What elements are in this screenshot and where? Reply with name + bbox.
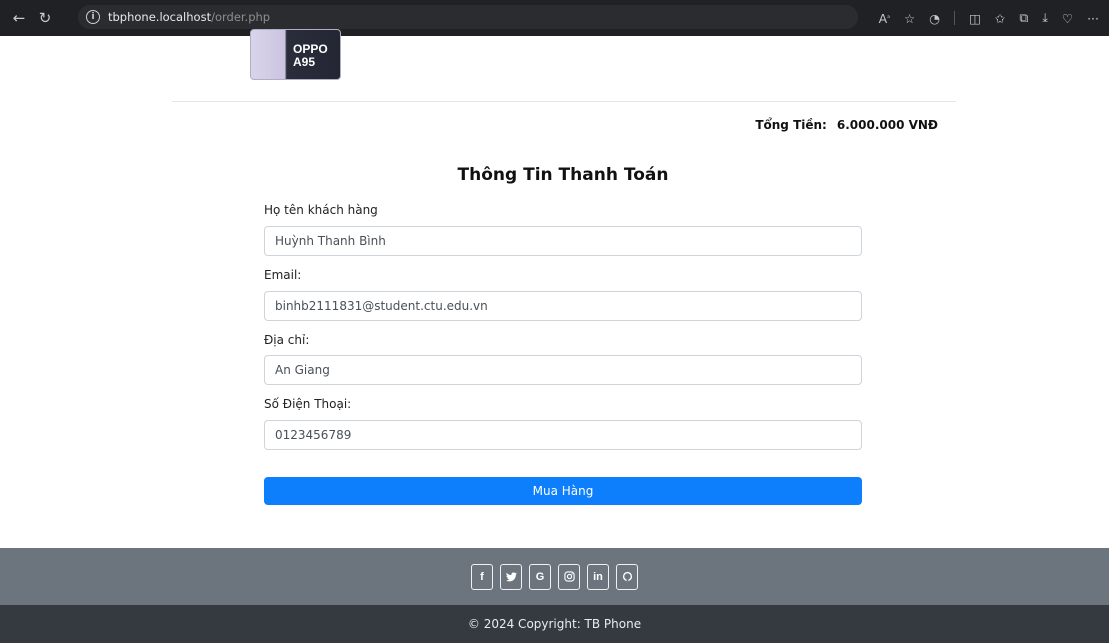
back-icon[interactable]: ← [6, 9, 32, 27]
instagram-icon[interactable] [558, 563, 580, 590]
order-total: Tổng Tiền: 6.000.000 VNĐ [755, 118, 938, 132]
extension-icon[interactable]: ◔ [929, 11, 940, 26]
facebook-icon[interactable]: f [471, 563, 493, 590]
twitter-icon[interactable] [500, 563, 522, 590]
refresh-icon[interactable]: ↻ [32, 9, 58, 27]
name-label: Họ tên khách hàng [264, 203, 378, 217]
browser-toolbar: ← ↻ i tbphone.localhost/order.php Aₐ ☆ ◔… [0, 0, 1109, 36]
twitter-bird-icon [505, 571, 517, 581]
favorite-icon[interactable]: ☆ [904, 11, 915, 26]
download-icon[interactable]: ⤓ [1042, 10, 1048, 26]
address-bar[interactable]: i tbphone.localhost/order.php [78, 5, 858, 29]
health-icon[interactable]: ♡ [1062, 11, 1073, 26]
browser-actions: Aₐ ☆ ◔ ◫ ✩ ⧉ ⤓ ♡ ··· [879, 0, 1099, 36]
total-label: Tổng Tiền: [755, 118, 827, 132]
linkedin-icon[interactable]: in [587, 563, 609, 590]
email-label: Email: [264, 268, 302, 282]
email-field[interactable] [264, 291, 862, 321]
split-screen-icon[interactable]: ◫ [969, 11, 981, 26]
product-thumbnail: OPPO A95 [250, 29, 341, 80]
address-label: Địa chỉ: [264, 333, 310, 347]
url-host: tbphone.localhost [108, 10, 212, 24]
buy-button[interactable]: Mua Hàng [264, 477, 862, 505]
address-field[interactable] [264, 355, 862, 385]
total-value: 6.000.000 VNĐ [836, 118, 938, 132]
url-path: /order.php [211, 10, 271, 24]
github-icon[interactable] [616, 563, 638, 590]
more-icon[interactable]: ··· [1087, 11, 1099, 26]
footer-copyright: © 2024 Copyright: TB Phone [0, 605, 1109, 643]
toolbar-divider [954, 11, 956, 25]
name-field[interactable] [264, 226, 862, 256]
google-icon[interactable]: G [529, 563, 551, 590]
footer-social-bar: f G in [0, 548, 1109, 605]
read-aloud-icon[interactable]: Aₐ [879, 11, 890, 26]
github-glyph-icon [622, 571, 632, 582]
phone-label: Số Điện Thoại: [264, 397, 352, 411]
info-icon[interactable]: i [86, 10, 100, 24]
product-thumb-line2: A95 [293, 55, 316, 69]
payment-form-title: Thông Tin Thanh Toán [457, 165, 669, 185]
collections-icon[interactable]: ⧉ [1019, 10, 1028, 26]
instagram-glyph-icon [563, 571, 575, 582]
favorites-icon[interactable]: ✩ [995, 11, 1005, 26]
cart-divider [172, 101, 956, 102]
phone-field[interactable] [264, 420, 862, 450]
product-thumb-label: OPPO A95 [293, 43, 328, 69]
